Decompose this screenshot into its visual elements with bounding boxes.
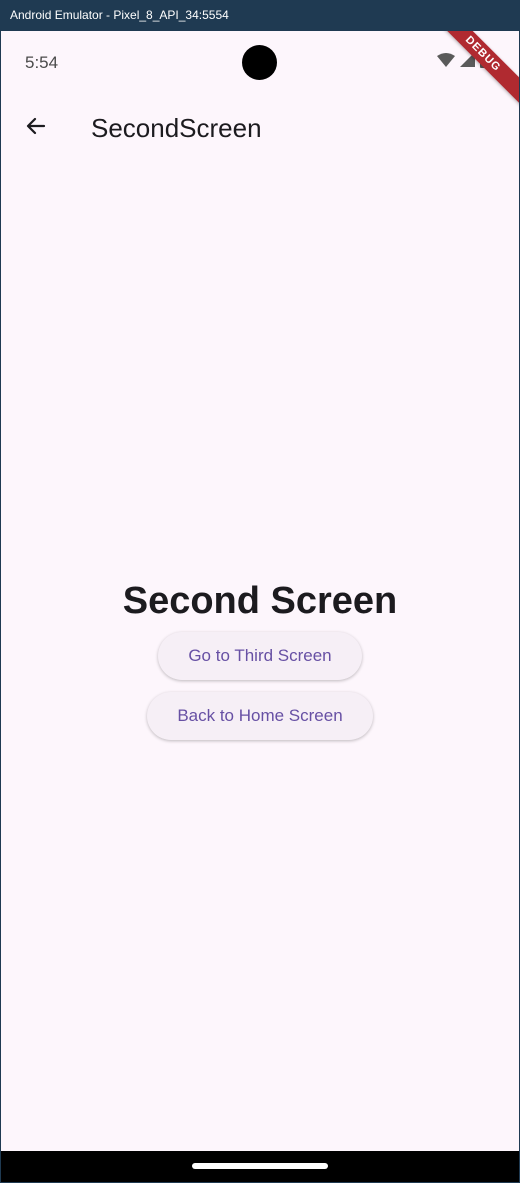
home-indicator[interactable] (192, 1163, 328, 1169)
navigation-bar (1, 1151, 519, 1182)
go-to-third-screen-button[interactable]: Go to Third Screen (158, 632, 362, 680)
status-time: 5:54 (25, 53, 59, 72)
back-button[interactable] (15, 107, 57, 149)
emulator-window: Android Emulator - Pixel_8_API_34:5554 5… (0, 0, 520, 1183)
window-title: Android Emulator - Pixel_8_API_34:5554 (0, 0, 520, 31)
page-title: SecondScreen (91, 113, 262, 143)
wifi-icon (437, 52, 455, 72)
status-bar: 5:54 DEBUG (1, 31, 519, 110)
back-to-home-screen-button[interactable]: Back to Home Screen (147, 692, 373, 740)
app-bar: SecondScreen (1, 93, 519, 163)
main-content: Second Screen Go to Third Screen Back to… (1, 576, 519, 740)
screen-heading: Second Screen (122, 580, 398, 622)
camera-cutout (242, 45, 277, 80)
device-screen: 5:54 DEBUG SecondScreen Second Screen Go… (1, 31, 519, 1151)
arrow-back-icon (24, 114, 48, 143)
